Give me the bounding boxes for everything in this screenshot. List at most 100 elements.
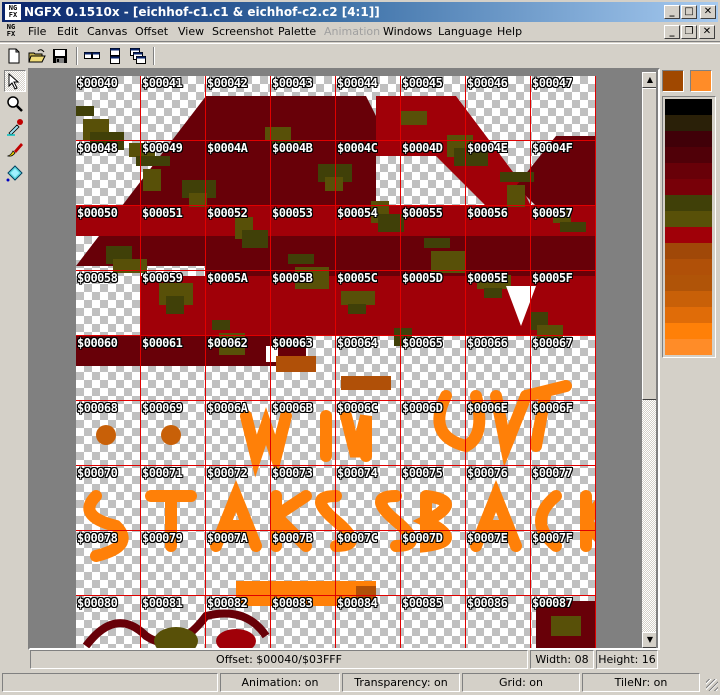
palette-color-15[interactable] xyxy=(665,339,712,355)
tile-cell[interactable]: $00074 xyxy=(336,466,401,531)
tile-cell[interactable]: $00071 xyxy=(141,466,206,531)
app-icon[interactable]: NG FX xyxy=(5,4,21,20)
palette-color-7[interactable] xyxy=(665,211,712,227)
palette-color-2[interactable] xyxy=(665,131,712,147)
new-button[interactable] xyxy=(5,47,23,65)
tile-cell[interactable]: $00050 xyxy=(76,206,141,271)
menu-screenshot[interactable]: Screenshot xyxy=(212,25,274,38)
background-color-swatch[interactable] xyxy=(690,70,712,92)
tile-cell[interactable]: $0004C xyxy=(336,141,401,206)
tile-cell[interactable]: $0005E xyxy=(466,271,531,336)
tile-cell[interactable]: $00078 xyxy=(76,531,141,596)
tile-cell[interactable]: $00065 xyxy=(401,336,466,401)
tile-cell[interactable]: $00067 xyxy=(531,336,596,401)
tile-cell[interactable]: $00062 xyxy=(206,336,271,401)
menu-language[interactable]: Language xyxy=(438,25,492,38)
tile-cell[interactable]: $00060 xyxy=(76,336,141,401)
menu-canvas[interactable]: Canvas xyxy=(87,25,127,38)
zoom-tool[interactable] xyxy=(4,93,26,115)
select-tool[interactable] xyxy=(4,70,26,92)
resize-grip[interactable] xyxy=(706,679,718,691)
tile-cell[interactable]: $00051 xyxy=(141,206,206,271)
tile-cell[interactable]: $00064 xyxy=(336,336,401,401)
tile-cell[interactable]: $0005D xyxy=(401,271,466,336)
tile-cell[interactable]: $0006F xyxy=(531,401,596,466)
tile-cell[interactable]: $0007B xyxy=(271,531,336,596)
palette-color-5[interactable] xyxy=(665,179,712,195)
fill-tool[interactable] xyxy=(4,162,26,184)
tile-cell[interactable]: $00057 xyxy=(531,206,596,271)
tile-cell[interactable]: $0006E xyxy=(466,401,531,466)
tile-canvas[interactable]: $00040 $00041 $00042 $00043 $00044 $00045 $000… xyxy=(76,76,596,648)
tile-cell[interactable]: $00063 xyxy=(271,336,336,401)
title-bar[interactable]: NG FX NGFX 0.1510x - [eichhof-c1.c1 & eic… xyxy=(0,0,720,22)
tile-cell[interactable]: $00046 xyxy=(466,76,531,141)
tile-cell[interactable]: $00084 xyxy=(336,596,401,648)
save-button[interactable] xyxy=(51,47,69,65)
tile-cell[interactable]: $00053 xyxy=(271,206,336,271)
tile-cell[interactable]: $0007F xyxy=(531,531,596,596)
tile-cell[interactable]: $0004E xyxy=(466,141,531,206)
tile-cell[interactable]: $00049 xyxy=(141,141,206,206)
tile-cell[interactable]: $00072 xyxy=(206,466,271,531)
tile-vertical-button[interactable] xyxy=(106,47,124,65)
close-button[interactable]: ✕ xyxy=(700,5,716,19)
menu-windows[interactable]: Windows xyxy=(383,25,432,38)
tile-cell[interactable]: $00075 xyxy=(401,466,466,531)
tile-cell[interactable]: $00076 xyxy=(466,466,531,531)
tile-cell[interactable]: $00066 xyxy=(466,336,531,401)
tile-cell[interactable]: $00059 xyxy=(141,271,206,336)
tile-cell[interactable]: $0007D xyxy=(401,531,466,596)
mdi-close-button[interactable]: ✕ xyxy=(699,25,715,39)
tile-cell[interactable]: $0005F xyxy=(531,271,596,336)
menu-offset[interactable]: Offset xyxy=(135,25,168,38)
tile-cell[interactable]: $00079 xyxy=(141,531,206,596)
tile-cell[interactable]: $00086 xyxy=(466,596,531,648)
cascade-button[interactable] xyxy=(129,47,147,65)
tile-cell[interactable]: $00054 xyxy=(336,206,401,271)
tile-cell[interactable]: $00080 xyxy=(76,596,141,648)
palette-color-8[interactable] xyxy=(665,227,712,243)
tile-cell[interactable]: $00082 xyxy=(206,596,271,648)
eyedropper-tool[interactable] xyxy=(4,116,26,138)
tile-cell[interactable]: $00045 xyxy=(401,76,466,141)
palette-color-14[interactable] xyxy=(665,323,712,339)
vertical-scrollbar[interactable]: ▲ ▼ xyxy=(642,72,656,648)
palette-color-0[interactable] xyxy=(665,99,712,115)
scroll-thumb[interactable] xyxy=(642,88,656,400)
tile-cell[interactable]: $00085 xyxy=(401,596,466,648)
tile-cell[interactable]: $0006D xyxy=(401,401,466,466)
scroll-down-button[interactable]: ▼ xyxy=(642,632,656,648)
tile-cell[interactable]: $0006C xyxy=(336,401,401,466)
tile-cell[interactable]: $0007E xyxy=(466,531,531,596)
tile-cell[interactable]: $00052 xyxy=(206,206,271,271)
scroll-up-button[interactable]: ▲ xyxy=(642,72,656,88)
brush-tool[interactable] xyxy=(4,139,26,161)
foreground-color-swatch[interactable] xyxy=(662,70,684,92)
menu-help[interactable]: Help xyxy=(497,25,522,38)
tile-cell[interactable]: $00083 xyxy=(271,596,336,648)
tile-cell[interactable]: $0004D xyxy=(401,141,466,206)
palette-color-3[interactable] xyxy=(665,147,712,163)
tile-cell[interactable]: $00055 xyxy=(401,206,466,271)
tile-cell[interactable]: $00081 xyxy=(141,596,206,648)
tile-cell[interactable]: $00073 xyxy=(271,466,336,531)
tile-horizontal-button[interactable] xyxy=(83,47,101,65)
menu-view[interactable]: View xyxy=(178,25,204,38)
tile-cell[interactable]: $00061 xyxy=(141,336,206,401)
tile-cell[interactable]: $0007C xyxy=(336,531,401,596)
mdi-restore-button[interactable]: ❐ xyxy=(681,25,697,39)
palette-color-13[interactable] xyxy=(665,307,712,323)
tile-cell[interactable]: $00087 xyxy=(531,596,596,648)
tile-cell[interactable]: $00056 xyxy=(466,206,531,271)
palette-color-12[interactable] xyxy=(665,291,712,307)
tile-cell[interactable]: $00047 xyxy=(531,76,596,141)
palette-color-11[interactable] xyxy=(665,275,712,291)
tile-cell[interactable]: $0005B xyxy=(271,271,336,336)
tile-cell[interactable]: $0004A xyxy=(206,141,271,206)
tile-cell[interactable]: $0004F xyxy=(531,141,596,206)
palette-color-1[interactable] xyxy=(665,115,712,131)
tile-cell[interactable]: $00069 xyxy=(141,401,206,466)
tile-cell[interactable]: $00058 xyxy=(76,271,141,336)
palette-color-4[interactable] xyxy=(665,163,712,179)
